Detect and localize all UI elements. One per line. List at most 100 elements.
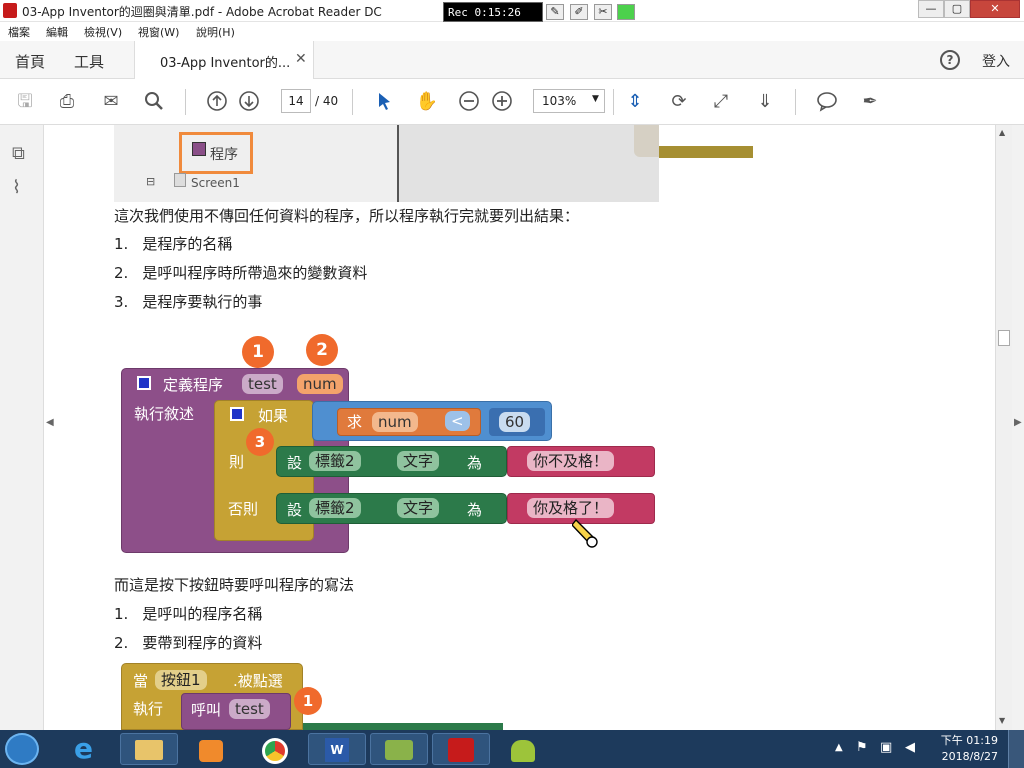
document-tab-label: 03-App Inventor的... [160, 56, 291, 71]
network-icon[interactable]: ▣ [880, 740, 892, 755]
paragraph-2: 而這是按下按鈕時要呼叫程序的寫法 [114, 576, 355, 594]
document-page: 程序 ⊟ Screen1 這次我們使用不傳回任何資料的程序，所以程序執行完就要列… [57, 125, 995, 730]
list2-item: 要帶到程序的資料 [142, 634, 263, 652]
menu-edit[interactable]: 編輯 [46, 24, 68, 40]
collapse-left-arrow-icon[interactable]: ◀ [46, 417, 54, 428]
separator [185, 89, 186, 115]
scroll-mode-icon[interactable]: ⇓ [753, 90, 777, 114]
fit-page-icon[interactable]: ⇕ [623, 90, 647, 114]
set-label: 設 [287, 501, 303, 519]
minimize-button[interactable]: — [918, 0, 944, 18]
badge-call-1: 1 [294, 687, 322, 715]
login-link[interactable]: 登入 [982, 51, 1010, 71]
separator [352, 89, 353, 115]
email-icon[interactable]: ✉ [99, 90, 123, 114]
pencil-icon[interactable]: ✐ [570, 4, 588, 20]
menu-help[interactable]: 說明(H) [196, 24, 235, 40]
chevron-down-icon: ▼ [592, 94, 599, 104]
taskbar: e W ▲ ⚑ ▣ ◀ [0, 730, 1024, 768]
search-icon[interactable] [142, 90, 166, 114]
tab-document[interactable]: 03-App Inventor的... ✕ [134, 41, 314, 80]
to-label: 為 [467, 501, 483, 519]
event-label: .被點選 [233, 672, 283, 690]
zoom-select[interactable]: 103% ▼ [533, 89, 605, 113]
select-cursor-icon[interactable] [372, 90, 396, 114]
zoom-out-icon[interactable] [457, 90, 481, 114]
volume-icon[interactable]: ◀ [905, 740, 915, 755]
start-button[interactable] [5, 733, 39, 765]
app-inventor-icon[interactable] [370, 733, 428, 765]
separator [795, 89, 796, 115]
previous-page-icon[interactable] [205, 90, 229, 114]
word-icon[interactable]: W [308, 733, 366, 765]
note-icon[interactable]: ✎ [546, 4, 564, 20]
window-title: 03-App Inventor的迴圈與清單.pdf - Adobe Acroba… [22, 5, 382, 19]
tab-tools[interactable]: 工具 [74, 51, 104, 72]
tab-home[interactable]: 首頁 [15, 51, 45, 72]
acrobat-taskbar-icon[interactable] [432, 733, 490, 765]
when-label: 當 [133, 672, 149, 690]
print-icon[interactable]: ⎙ [55, 90, 79, 114]
ie-icon[interactable]: e [74, 734, 106, 764]
chrome-icon[interactable] [246, 733, 304, 765]
right-side-panel: ▶ [1012, 125, 1024, 730]
else-label: 否則 [228, 500, 259, 518]
system-clock[interactable]: 下午 01:19 2018/8/27 [930, 733, 998, 765]
scroll-up-icon[interactable]: ▲ [999, 128, 1005, 137]
scroll-thumb[interactable] [998, 330, 1010, 346]
pages-icon[interactable]: ⧉ [12, 143, 25, 164]
zoom-value: 103% [542, 94, 577, 108]
list1-num: 3. [114, 293, 129, 311]
set-label: 設 [287, 454, 303, 472]
green-square-icon[interactable] [617, 4, 635, 20]
if-label: 如果 [258, 407, 289, 425]
component-field: 標籤2 [309, 451, 361, 471]
call-label: 呼叫 [191, 701, 222, 719]
tray-expand-icon[interactable]: ▲ [835, 742, 843, 753]
scissors-icon[interactable]: ✂ [594, 4, 612, 20]
string-field: 你不及格！ [527, 451, 615, 471]
menu-bar: 檔案 編輯 檢視(V) 視窗(W) 說明(H) [0, 22, 1024, 41]
hand-tool-icon[interactable]: ✋ [415, 90, 439, 114]
maximize-button[interactable]: ▢ [944, 0, 970, 18]
android-icon[interactable] [494, 733, 552, 765]
close-tab-icon[interactable]: ✕ [295, 51, 307, 67]
next-page-icon[interactable] [237, 90, 261, 114]
explorer-icon[interactable] [120, 733, 178, 765]
number-field: 60 [499, 412, 531, 432]
menu-view[interactable]: 檢視(V) [84, 24, 122, 40]
help-icon[interactable]: ? [940, 50, 960, 70]
do-label-2: 執行 [133, 700, 164, 718]
menu-window[interactable]: 視窗(W) [138, 24, 179, 40]
property-field: 文字 [397, 451, 440, 471]
comment-icon[interactable] [815, 90, 839, 114]
show-desktop-button[interactable] [1008, 730, 1024, 768]
save-icon[interactable]: 🖫 [13, 90, 37, 114]
close-button[interactable]: ✕ [970, 0, 1020, 18]
rotate-icon[interactable]: ⟳ [667, 90, 691, 114]
screenshot-item-screen: Screen1 [191, 176, 240, 190]
list1-num: 1. [114, 235, 129, 253]
badge-3: 3 [246, 428, 274, 456]
vertical-scrollbar[interactable]: ▲ ▼ [995, 125, 1012, 730]
flag-icon[interactable]: ⚑ [856, 740, 868, 755]
full-screen-icon[interactable]: ⤢ [709, 90, 733, 114]
clock-date: 2018/8/27 [941, 750, 998, 763]
media-player-icon[interactable] [182, 733, 240, 765]
badge-1: 1 [242, 336, 274, 368]
pencil-cursor-icon [571, 518, 600, 548]
badge-2: 2 [306, 334, 338, 366]
list1-item: 是程序的名稱 [142, 235, 233, 253]
param-field: num [297, 374, 343, 394]
embedded-screenshot: 程序 ⊟ Screen1 [114, 125, 659, 202]
component-field: 標籤2 [309, 498, 361, 518]
button-field: 按鈕1 [155, 670, 207, 690]
highlight-pen-icon[interactable]: ✒ [858, 90, 882, 114]
attachment-icon[interactable]: ⌇ [12, 177, 21, 198]
list1-item: 是程序要執行的事 [142, 293, 263, 311]
scroll-down-icon[interactable]: ▼ [999, 716, 1005, 725]
zoom-in-icon[interactable] [490, 90, 514, 114]
menu-file[interactable]: 檔案 [8, 24, 30, 40]
expand-right-arrow-icon[interactable]: ▶ [1014, 417, 1022, 428]
page-number-input[interactable]: 14 [281, 89, 311, 113]
